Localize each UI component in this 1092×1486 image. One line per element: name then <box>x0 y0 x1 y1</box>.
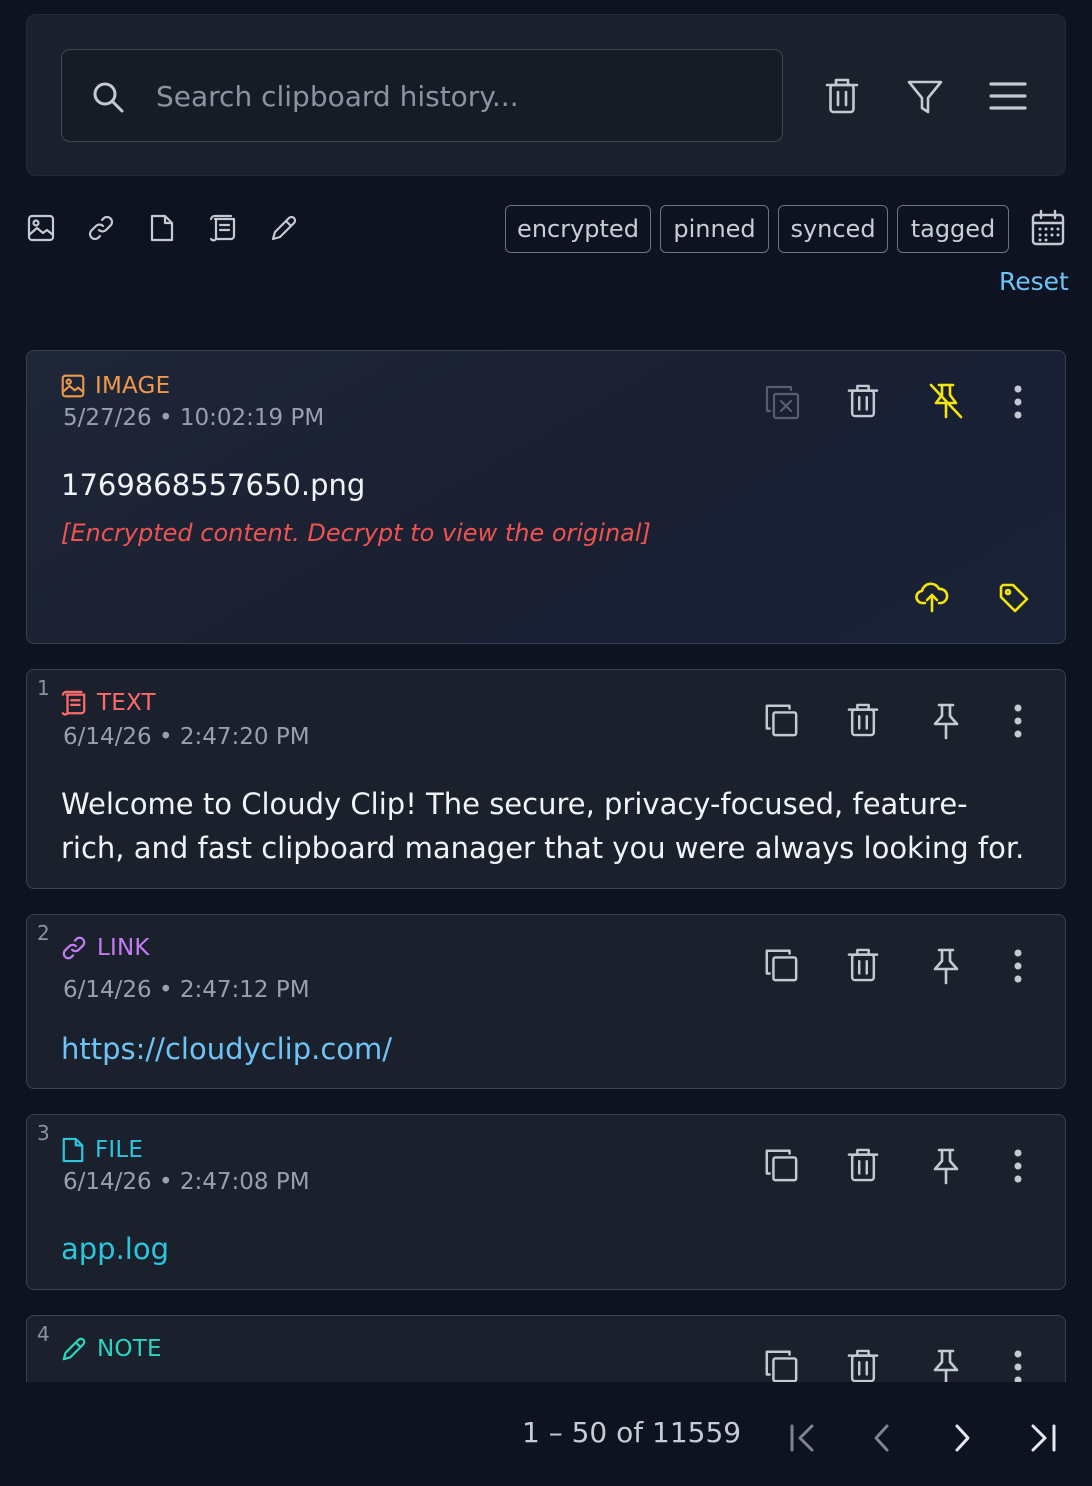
last-page-icon[interactable] <box>1028 1423 1058 1453</box>
timestamp: 6/14/26 • 2:47:08 PM <box>63 1169 310 1195</box>
type-row: TEXT <box>61 690 156 716</box>
type-label: TEXT <box>97 690 156 716</box>
type-row: NOTE <box>61 1336 162 1362</box>
prev-page-icon[interactable] <box>870 1423 894 1453</box>
delete-trash-icon[interactable] <box>847 1147 879 1183</box>
link-icon <box>61 935 87 961</box>
pin-icon[interactable] <box>931 1348 961 1382</box>
encrypted-note: [Encrypted content. Decrypt to view the … <box>61 519 651 547</box>
cloud-upload-icon[interactable] <box>915 581 949 613</box>
clip-index: 3 <box>37 1121 50 1145</box>
header-panel <box>26 14 1066 176</box>
copy-icon[interactable] <box>763 702 799 738</box>
clip-card-link[interactable]: 2 LINK 6/14/26 • 2:47:12 PM https://clou… <box>26 914 1066 1089</box>
pin-icon[interactable] <box>931 1147 961 1185</box>
copy-disabled-icon[interactable] <box>763 383 801 421</box>
pin-icon[interactable] <box>931 947 961 985</box>
note-icon <box>61 1336 87 1362</box>
file-name[interactable]: app.log <box>61 1227 1029 1271</box>
clip-card-image[interactable]: IMAGE 5/27/26 • 10:02:19 PM 176986855765… <box>26 350 1066 644</box>
type-row: FILE <box>61 1137 143 1163</box>
reset-link[interactable]: Reset <box>999 267 1069 296</box>
search-input[interactable] <box>154 70 754 122</box>
clip-content: Welcome to Cloudy Clip! The secure, priv… <box>61 787 1025 865</box>
clip-list: IMAGE 5/27/26 • 10:02:19 PM 176986855765… <box>0 340 1092 1382</box>
next-page-icon[interactable] <box>950 1423 974 1453</box>
more-vertical-icon[interactable] <box>1013 1350 1023 1382</box>
more-vertical-icon[interactable] <box>1013 704 1023 738</box>
delete-trash-icon[interactable] <box>847 383 879 419</box>
clip-card-note[interactable]: 4 NOTE <box>26 1315 1066 1382</box>
type-label: LINK <box>97 935 150 961</box>
text-icon <box>61 690 87 716</box>
filter-note-icon[interactable] <box>270 214 298 242</box>
clip-index: 4 <box>37 1322 50 1346</box>
tag-icon[interactable] <box>999 583 1029 613</box>
delete-trash-icon[interactable] <box>847 1348 879 1382</box>
filter-icon[interactable] <box>907 79 943 115</box>
chip-synced[interactable]: synced <box>778 205 888 253</box>
file-icon <box>61 1137 85 1163</box>
filter-file-icon[interactable] <box>149 214 175 242</box>
type-label: FILE <box>95 1137 144 1163</box>
clip-index: 1 <box>37 676 50 700</box>
more-vertical-icon[interactable] <box>1013 949 1023 983</box>
type-row: LINK <box>61 935 150 961</box>
clip-index: 2 <box>37 921 50 945</box>
link-url[interactable]: https://cloudyclip.com/ <box>61 1027 1029 1071</box>
delete-trash-icon[interactable] <box>847 702 879 738</box>
search-icon <box>92 81 124 113</box>
filter-image-icon[interactable] <box>27 214 55 242</box>
pin-icon[interactable] <box>931 702 961 740</box>
clip-content: 1769868557650.png <box>61 468 366 502</box>
delete-trash-icon[interactable] <box>847 947 879 983</box>
clip-card-file[interactable]: 3 FILE 6/14/26 • 2:47:08 PM app.log <box>26 1114 1066 1290</box>
type-row: IMAGE <box>61 373 170 399</box>
search-box[interactable] <box>61 49 783 142</box>
more-vertical-icon[interactable] <box>1013 1149 1023 1183</box>
copy-icon[interactable] <box>763 947 799 983</box>
image-icon <box>61 374 85 398</box>
filter-text-icon[interactable] <box>209 214 237 242</box>
type-label: NOTE <box>97 1336 162 1362</box>
unpin-icon[interactable] <box>927 381 965 421</box>
chip-pinned[interactable]: pinned <box>660 205 769 253</box>
chip-encrypted[interactable]: encrypted <box>505 205 651 253</box>
timestamp: 6/14/26 • 2:47:20 PM <box>63 724 310 750</box>
first-page-icon[interactable] <box>788 1423 818 1453</box>
copy-icon[interactable] <box>763 1348 799 1382</box>
chip-tagged[interactable]: tagged <box>897 205 1009 253</box>
type-label: IMAGE <box>95 373 171 399</box>
timestamp: 5/27/26 • 10:02:19 PM <box>63 405 325 431</box>
more-vertical-icon[interactable] <box>1013 385 1023 419</box>
menu-icon[interactable] <box>989 81 1027 111</box>
timestamp: 6/14/26 • 2:47:12 PM <box>63 977 310 1003</box>
filter-link-icon[interactable] <box>87 214 115 242</box>
clear-history-trash-icon[interactable] <box>825 77 859 115</box>
clip-card-text[interactable]: 1 TEXT 6/14/26 • 2:47:20 PM Welcome to C… <box>26 669 1066 889</box>
copy-icon[interactable] <box>763 1147 799 1183</box>
pagination-range: 1 – 50 of 11559 <box>522 1416 742 1449</box>
calendar-icon[interactable] <box>1031 209 1065 247</box>
